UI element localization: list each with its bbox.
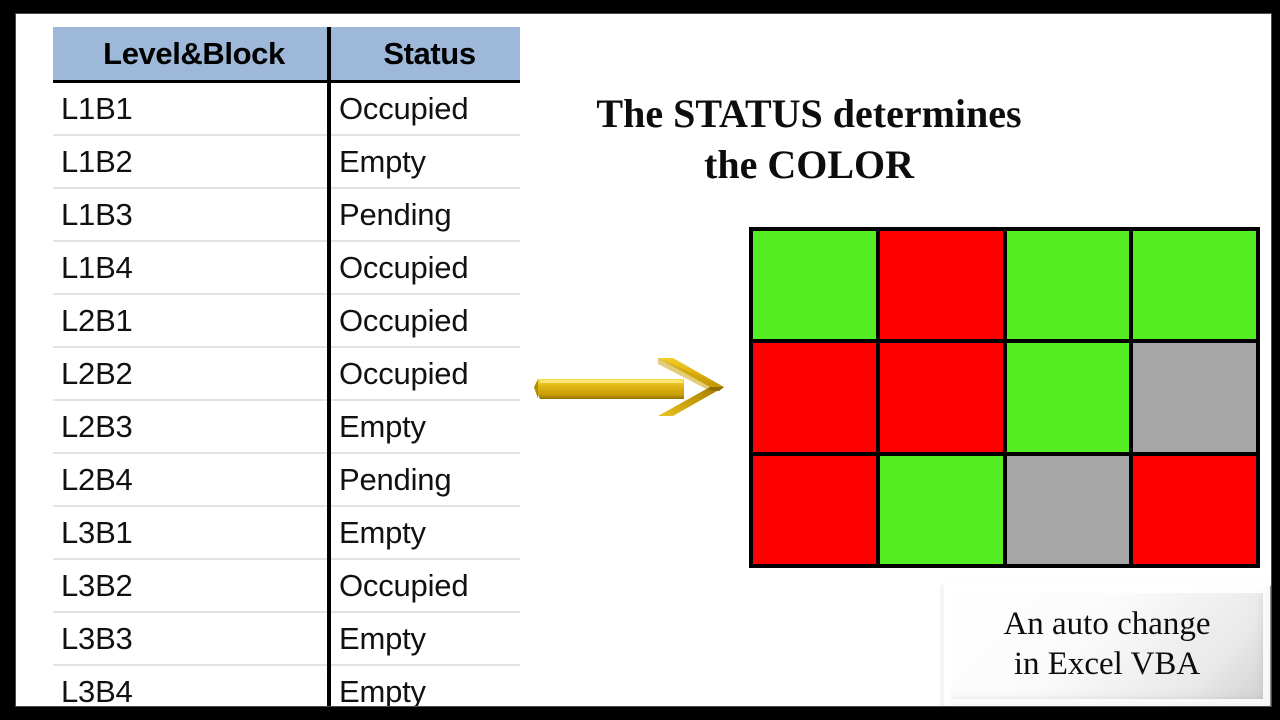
cell-level-block: L1B2 [53, 134, 329, 188]
caption-line-1: An auto change [1003, 606, 1211, 643]
grid-cell-occupied[interactable] [753, 343, 876, 452]
grid-cell-occupied[interactable] [753, 455, 876, 564]
column-header-status: Status [327, 27, 520, 83]
table-header-row: Level&Block Status [53, 27, 520, 83]
cell-status: Occupied [327, 558, 520, 612]
table-row[interactable]: L3B3 Empty [53, 611, 520, 665]
table-row[interactable]: L2B1 Occupied [53, 293, 520, 347]
table-row[interactable]: L2B3 Empty [53, 399, 520, 453]
grid-cell-pending[interactable] [1006, 455, 1130, 564]
cell-status: Pending [327, 452, 520, 506]
caption-plaque: An auto change in Excel VBA [941, 583, 1271, 706]
table-row[interactable]: L2B4 Pending [53, 452, 520, 506]
cell-level-block: L2B4 [53, 452, 329, 506]
cell-level-block: L3B3 [53, 611, 329, 665]
level-block-status-table: Level&Block Status L1B1 Occupied L1B2 Empty… [53, 27, 520, 706]
cell-status: Occupied [327, 240, 520, 294]
cell-status: Empty [327, 399, 520, 453]
table-row[interactable]: L1B4 Occupied [53, 240, 520, 294]
cell-level-block: L2B3 [53, 399, 329, 453]
cell-status: Empty [327, 134, 520, 188]
page-title-line-1: The STATUS determines [596, 91, 1022, 136]
cell-level-block: L1B1 [61, 90, 133, 126]
table-row[interactable]: L3B4 Empty [53, 664, 520, 706]
cell-level-block: L2B1 [53, 293, 329, 347]
table-row[interactable]: L3B2 Occupied [53, 558, 520, 612]
table-row[interactable]: L1B3 Pending [53, 187, 520, 241]
cell-status: Empty [327, 611, 520, 665]
grid-cell-occupied[interactable] [879, 231, 1003, 340]
table-row[interactable]: L1B1 Occupied [53, 81, 520, 135]
column-header-level-block: Level&Block [53, 27, 329, 83]
caption-text: An auto change in Excel VBA [1003, 605, 1210, 686]
cell-level-block: L1B4 [53, 240, 329, 294]
table-body: L1B1 Occupied L1B2 Empty L1B3 Pending L1B4 Occu… [53, 81, 520, 706]
table-row[interactable]: L3B1 Empty [53, 505, 520, 559]
grid-cell-empty[interactable] [879, 455, 1003, 564]
status-color-grid [749, 227, 1260, 568]
cell-level-block: L3B1 [53, 505, 329, 559]
grid-cell-occupied[interactable] [1133, 455, 1256, 564]
cell-status: Empty [327, 505, 520, 559]
cell-status: Empty [327, 664, 520, 706]
cell-level-block: L3B4 [53, 664, 329, 706]
grid-cell-occupied[interactable] [879, 343, 1003, 452]
page-title-line-2: the COLOR [704, 142, 914, 188]
caption-line-2: in Excel VBA [1013, 646, 1201, 682]
table-header: Level&Block Status [53, 27, 520, 83]
page-title: The STATUS determines the COLOR [514, 88, 1104, 190]
gold-right-arrow-icon [534, 354, 738, 420]
grid-cell-empty[interactable] [753, 231, 876, 340]
grid-cell-pending[interactable] [1133, 343, 1256, 452]
table-row[interactable]: L1B2 Empty [53, 134, 520, 188]
slide-canvas: Level&Block Status L1B1 Occupied L1B2 Empty… [15, 13, 1272, 707]
cell-level-block: L3B2 [53, 558, 329, 612]
grid-cell-empty[interactable] [1006, 231, 1130, 340]
cell-status: Occupied [327, 293, 520, 347]
table-row[interactable]: L2B2 Occupied [53, 346, 520, 400]
cell-status: Pending [327, 187, 520, 241]
cell-level-block: L2B2 [53, 346, 329, 400]
grid-cell-empty[interactable] [1006, 343, 1130, 452]
cell-level-block: L1B3 [53, 187, 329, 241]
cell-status: Occupied [327, 81, 520, 135]
slide-letterbox: Level&Block Status L1B1 Occupied L1B2 Empty… [0, 0, 1280, 720]
grid-cell-empty[interactable] [1133, 231, 1256, 340]
cell-status: Occupied [327, 346, 520, 400]
